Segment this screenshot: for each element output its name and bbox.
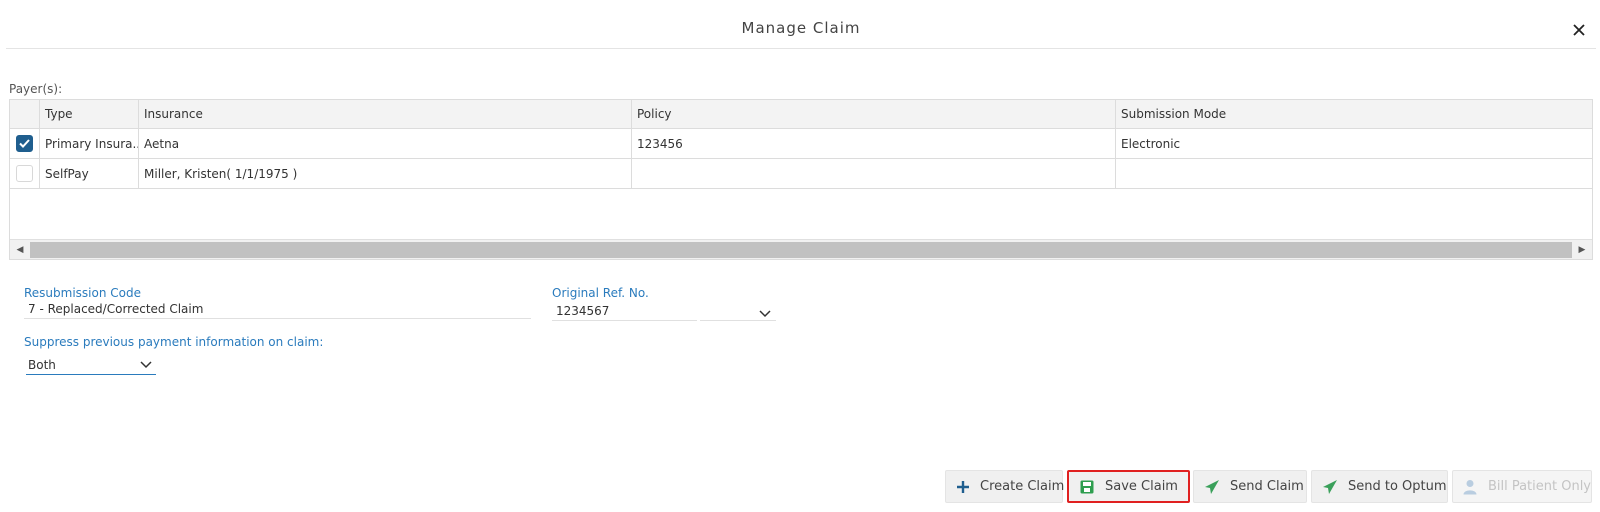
- row-checkbox[interactable]: [16, 165, 33, 182]
- cell-type: SelfPay: [40, 159, 139, 188]
- scrollbar-thumb[interactable]: [30, 242, 1572, 258]
- column-header-insurance[interactable]: Insurance: [139, 100, 632, 128]
- cell-insurance: Aetna: [139, 129, 632, 158]
- cell-insurance: Miller, Kristen( 1/1/1975 ): [139, 159, 632, 188]
- cell-policy: [632, 159, 1116, 188]
- send-claim-label: Send Claim: [1230, 479, 1304, 494]
- row-select-cell: [10, 129, 40, 158]
- header-select: [10, 100, 40, 128]
- column-header-submission-mode[interactable]: Submission Mode: [1116, 100, 1593, 128]
- payers-label: Payer(s):: [9, 82, 63, 96]
- resubmission-code-field[interactable]: 7 - Replaced/Corrected Claim: [24, 301, 531, 319]
- paper-plane-icon: [1322, 479, 1338, 495]
- horizontal-scrollbar[interactable]: ◀ ▶: [10, 239, 1592, 259]
- column-header-type[interactable]: Type: [40, 100, 139, 128]
- row-select-cell: [10, 159, 40, 188]
- original-ref-label: Original Ref. No.: [552, 286, 649, 300]
- send-claim-button[interactable]: Send Claim: [1193, 470, 1307, 503]
- scroll-left-icon[interactable]: ◀: [10, 240, 30, 260]
- chevron-down-icon[interactable]: [759, 310, 771, 318]
- cell-policy: 123456: [632, 129, 1116, 158]
- user-icon: [1463, 479, 1478, 495]
- payers-grid: Type Insurance Policy Submission Mode Pr…: [9, 99, 1593, 260]
- create-claim-button[interactable]: Create Claim: [945, 470, 1065, 503]
- paper-plane-icon: [1204, 479, 1220, 495]
- resubmission-code-label: Resubmission Code: [24, 286, 141, 300]
- column-header-policy[interactable]: Policy: [632, 100, 1116, 128]
- table-row[interactable]: SelfPay Miller, Kristen( 1/1/1975 ): [10, 159, 1592, 189]
- create-claim-label: Create Claim: [980, 479, 1065, 494]
- cell-type: Primary Insura...: [40, 129, 139, 158]
- cell-submission-mode: [1116, 159, 1593, 188]
- suppress-payment-value: Both: [28, 358, 56, 372]
- chevron-down-icon[interactable]: [140, 361, 152, 369]
- save-icon: [1079, 479, 1095, 495]
- grid-header: Type Insurance Policy Submission Mode: [10, 100, 1592, 129]
- suppress-payment-label: Suppress previous payment information on…: [24, 335, 324, 349]
- row-checkbox[interactable]: [16, 135, 33, 152]
- table-row[interactable]: Primary Insura... Aetna 123456 Electroni…: [10, 129, 1592, 159]
- dialog-header: Manage Claim: [6, 0, 1596, 49]
- check-icon: [19, 139, 30, 148]
- save-claim-button[interactable]: Save Claim: [1067, 470, 1190, 503]
- cell-submission-mode: Electronic: [1121, 136, 1181, 151]
- send-to-optum-button[interactable]: Send to Optum: [1311, 470, 1448, 503]
- original-ref-field[interactable]: 1234567: [552, 303, 697, 321]
- bill-patient-only-button[interactable]: Bill Patient Only: [1452, 470, 1592, 503]
- send-to-optum-label: Send to Optum: [1348, 479, 1447, 494]
- suppress-payment-select[interactable]: Both: [26, 357, 156, 375]
- close-icon[interactable]: [1571, 22, 1587, 38]
- save-claim-label: Save Claim: [1105, 479, 1178, 494]
- bill-patient-only-label: Bill Patient Only: [1487, 479, 1591, 494]
- scroll-right-icon[interactable]: ▶: [1572, 240, 1592, 260]
- plus-icon: [956, 479, 970, 495]
- dialog-title: Manage Claim: [741, 19, 861, 37]
